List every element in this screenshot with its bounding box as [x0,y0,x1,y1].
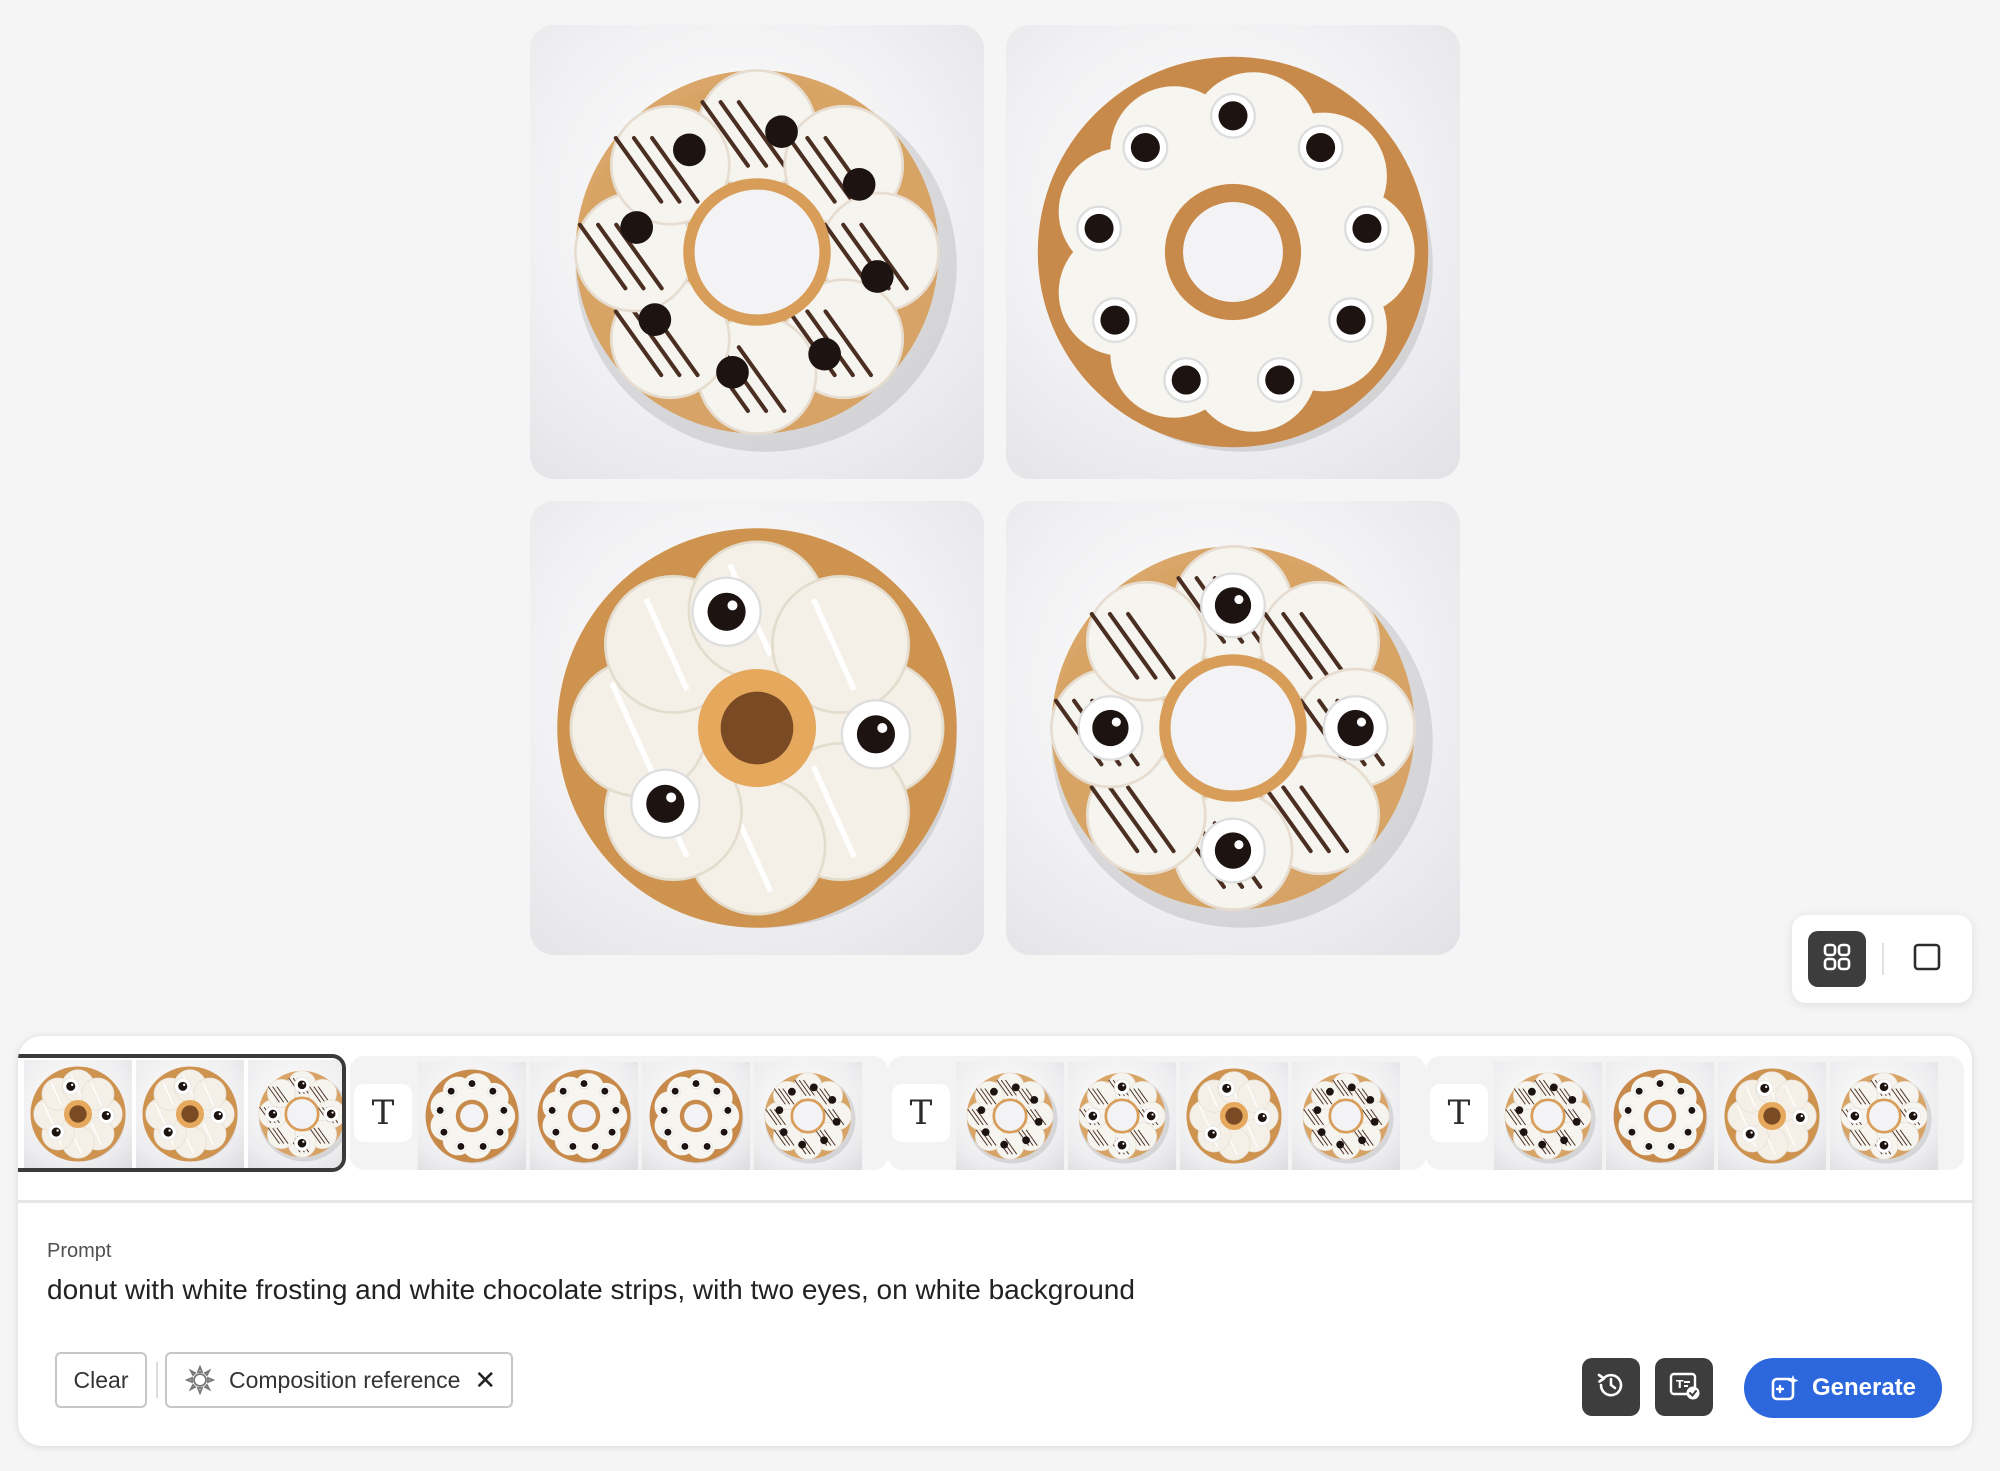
view-toggle [1792,915,1972,1003]
composition-reference-icon [185,1365,215,1395]
text-prompt-badge: T [892,1084,950,1142]
history-icon [1595,1369,1627,1406]
history-group-2[interactable]: T [350,1056,888,1170]
history-group-1[interactable] [18,1054,346,1172]
svg-text:T: T [1676,1378,1684,1391]
history-thumbnail[interactable] [24,1060,132,1168]
generated-image-2[interactable] [1006,25,1460,479]
generate-label: Generate [1811,1374,1917,1401]
close-icon[interactable]: ✕ [474,1365,496,1396]
prompt-label: Prompt [47,1240,112,1262]
toggle-divider [1882,943,1884,975]
generated-image-3[interactable] [530,501,984,955]
controls-divider [156,1362,158,1398]
history-group-3[interactable]: T [888,1056,1426,1170]
style-match-icon: T [1667,1368,1701,1407]
single-view-button[interactable] [1898,931,1956,987]
style-match-button[interactable]: T [1655,1358,1713,1416]
generated-image-1[interactable] [530,25,984,479]
history-thumbnail[interactable] [136,1060,244,1168]
history-thumbnail[interactable] [1606,1062,1714,1170]
history-button[interactable] [1582,1358,1640,1416]
history-thumbnail[interactable] [1718,1062,1826,1170]
history-thumbnail[interactable] [1068,1062,1176,1170]
composition-reference-label: Composition reference [229,1366,461,1393]
history-thumbnail[interactable] [1180,1062,1288,1170]
text-prompt-badge: T [354,1084,412,1142]
prompt-panel: T T T Prompt donut with white frosting a… [18,1036,1972,1446]
single-view-icon [1912,942,1942,977]
prompt-input[interactable]: donut with white frosting and white choc… [47,1274,1847,1306]
grid-view-button[interactable] [1808,931,1866,987]
history-thumbnail[interactable] [1494,1062,1602,1170]
history-thumbnail[interactable] [754,1062,862,1170]
history-thumbnail[interactable] [530,1062,638,1170]
grid-view-icon [1822,942,1852,977]
history-thumbnail[interactable] [956,1062,1064,1170]
history-thumbnail[interactable] [418,1062,526,1170]
generation-history-strip[interactable]: T T T [18,1036,1972,1203]
clear-button[interactable]: Clear [55,1352,147,1408]
history-thumbnail[interactable] [642,1062,750,1170]
generate-sparkle-icon [1770,1373,1800,1403]
generate-button[interactable]: Generate [1744,1358,1942,1418]
generated-image-4[interactable] [1006,501,1460,955]
history-thumbnail[interactable] [248,1060,342,1168]
composition-reference-chip[interactable]: Composition reference ✕ [165,1352,513,1408]
history-group-4[interactable]: T [1426,1056,1964,1170]
history-thumbnail[interactable] [1830,1062,1938,1170]
history-thumbnail[interactable] [1292,1062,1400,1170]
text-prompt-badge: T [1430,1084,1488,1142]
